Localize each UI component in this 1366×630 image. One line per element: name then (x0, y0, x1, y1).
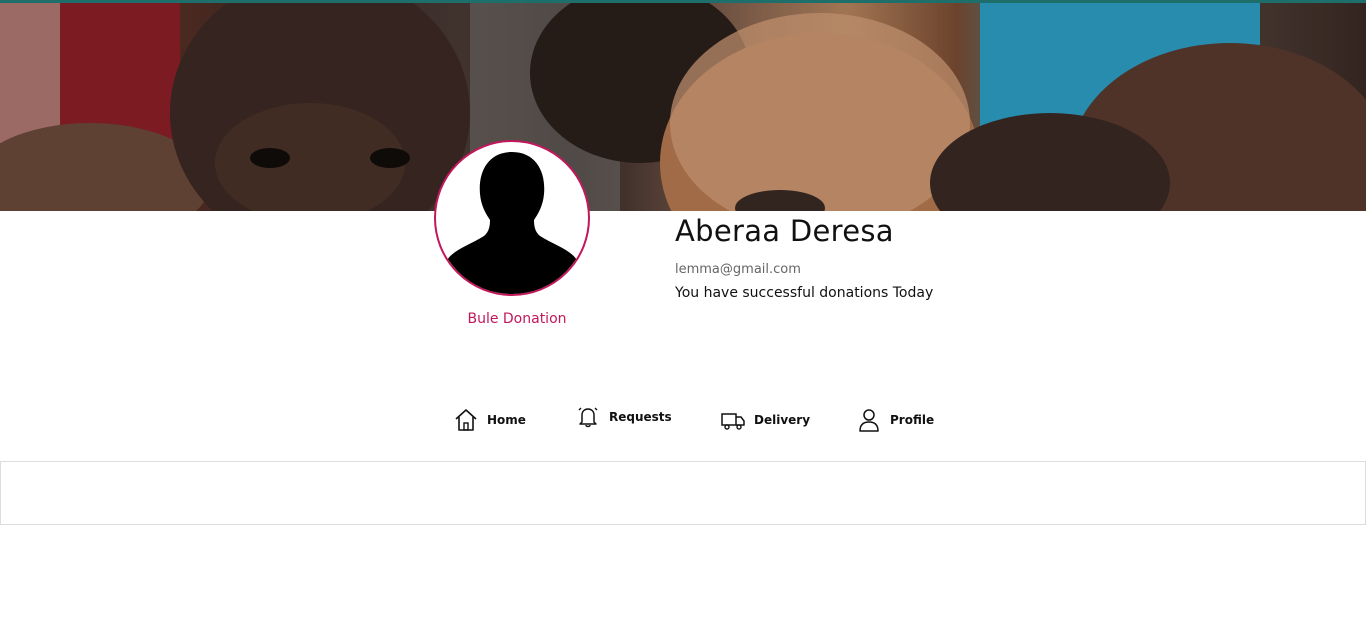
profile-avatar[interactable] (434, 140, 590, 296)
nav-item-home[interactable]: Home (453, 400, 526, 440)
user-email: lemma@gmail.com (675, 262, 801, 277)
user-silhouette-icon (442, 152, 582, 294)
nav-item-profile[interactable]: Profile (856, 400, 934, 440)
organization-name: Bule Donation (467, 311, 567, 327)
donation-status-text: You have successful donations Today (675, 285, 934, 301)
nav-item-label: Home (487, 413, 526, 427)
nav-item-label: Requests (609, 410, 672, 424)
nav-item-label: Delivery (754, 413, 811, 427)
nav-item-requests[interactable]: Requests (575, 397, 672, 437)
user-name: Aberaa Deresa (675, 214, 894, 248)
content-panel (0, 461, 1366, 525)
nav-item-label: Profile (890, 413, 935, 427)
home-icon (453, 407, 479, 433)
cover-photo (0, 3, 1366, 211)
nav-item-delivery[interactable]: Delivery (720, 400, 810, 440)
bell-icon (575, 404, 601, 430)
user-icon (856, 407, 882, 433)
truck-icon (720, 407, 746, 433)
bottom-nav: Home Requests Delivery Profile (0, 400, 1366, 440)
